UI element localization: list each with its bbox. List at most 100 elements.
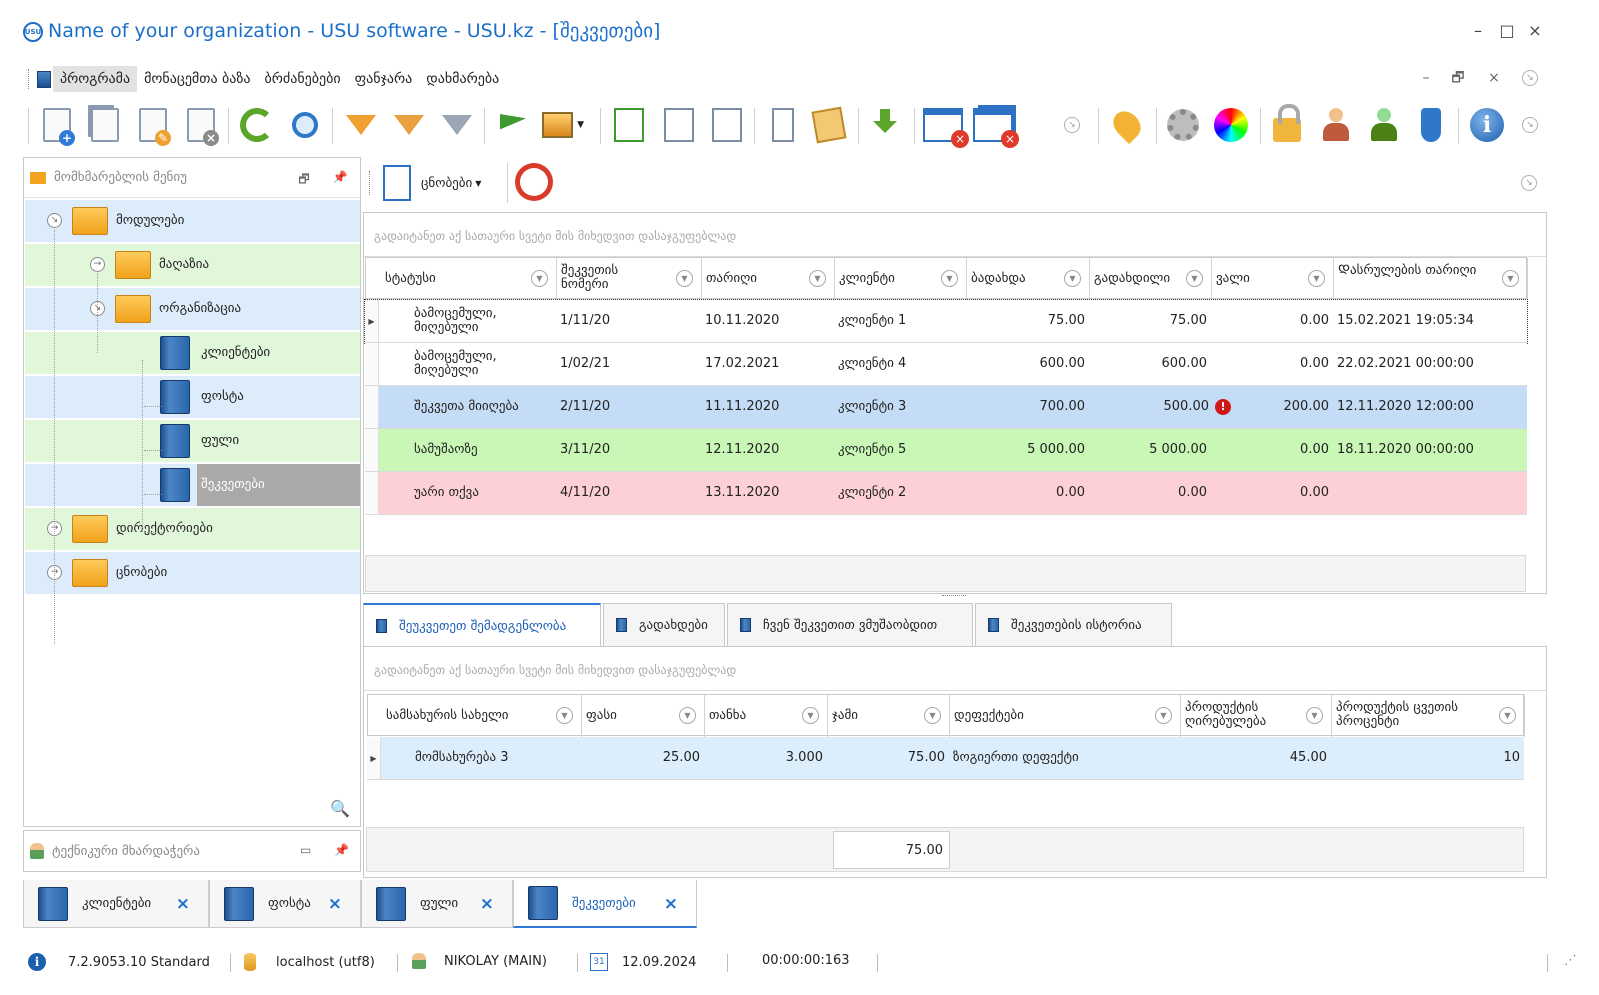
settings-button[interactable] — [1162, 102, 1204, 148]
tree-item-3[interactable]: ↘ ორგანიზაცია — [25, 288, 360, 330]
maximize-button[interactable]: □ — [1496, 20, 1518, 42]
image-button[interactable]: ▼ — [542, 102, 584, 148]
doc-tab-orders[interactable]: შეკვეთები × — [513, 880, 697, 928]
mdi-restore-button[interactable]: 🗗 — [1448, 68, 1468, 88]
column-filter-icon[interactable]: ▼ — [531, 270, 548, 287]
refresh-button[interactable] — [236, 102, 278, 148]
collapse-arrow-icon[interactable]: ↘ — [1521, 175, 1537, 191]
tree-item-8[interactable]: → დირექტორიები — [25, 508, 360, 550]
notes-button[interactable] — [808, 102, 850, 148]
tree-item-4[interactable]: კლიენტები — [25, 332, 360, 374]
menu-database[interactable]: მონაცემთა ბაზა — [137, 66, 257, 92]
add-column-button[interactable] — [762, 102, 804, 148]
tree-item-5[interactable]: ფოსტა — [25, 376, 360, 418]
menu-program[interactable]: პროგრამა — [53, 66, 138, 92]
column-header[interactable]: პროდუქტის ცვეთის პროცენტი ▼ — [1332, 695, 1525, 737]
reports-dropdown-button[interactable]: ცნობები ▼ — [383, 163, 481, 203]
users-button[interactable] — [1362, 102, 1404, 148]
column-header[interactable]: Დასრულების თარიღი ▼ — [1334, 258, 1528, 300]
toolbar-collapse-icon[interactable]: ↘ — [1064, 117, 1080, 133]
collapse-node-icon[interactable]: ↘ — [47, 213, 62, 228]
composition-row[interactable]: ▶ მომსახურება 3 25.00 3.000 75.00 ზოგიერთი დე… — [367, 737, 1524, 780]
order-row[interactable]: ▶ ბამოცემული, მიღებული 1/11/20 10.11.2020 კლ… — [364, 299, 1528, 344]
location-button[interactable] — [1106, 102, 1148, 148]
column-header[interactable]: სტატუსი ▼ — [381, 258, 557, 300]
download-button[interactable] — [864, 102, 906, 148]
menu-commands[interactable]: ბრძანებები — [258, 66, 348, 92]
info-button[interactable]: i — [1466, 102, 1508, 148]
order-row[interactable]: უარი თქვა 4/11/20 13.11.2020 კლიენტი 2 0.00 0… — [365, 472, 1527, 515]
close-tab-icon[interactable]: × — [176, 894, 190, 914]
column-filter-icon[interactable]: ▼ — [1502, 270, 1519, 287]
collapse-arrow-icon[interactable]: ↘ — [1522, 70, 1538, 86]
copy-button[interactable] — [84, 102, 126, 148]
doc-tab-mail[interactable]: ფოსტა × — [209, 880, 361, 928]
delete-button[interactable]: × — [180, 102, 222, 148]
column-filter-icon[interactable]: ▼ — [802, 707, 819, 724]
filter-settings-button[interactable] — [388, 102, 430, 148]
column-header[interactable]: ფასი ▼ — [582, 695, 705, 737]
column-header[interactable]: დეფექტები ▼ — [950, 695, 1181, 737]
column-filter-icon[interactable]: ▼ — [1306, 707, 1323, 724]
column-filter-icon[interactable]: ▼ — [1155, 707, 1172, 724]
row-indicator[interactable] — [365, 386, 379, 428]
tree-item-2[interactable]: → მაღაზია — [25, 244, 360, 286]
close-button[interactable]: × — [1524, 20, 1546, 42]
color-button[interactable] — [1210, 102, 1252, 148]
tree-collapse-button[interactable] — [658, 102, 700, 148]
column-filter-icon[interactable]: ▼ — [676, 270, 693, 287]
tree-item-9[interactable]: → ცნობები — [25, 552, 360, 594]
order-row[interactable]: სამუშაოზე 3/11/20 12.11.2020 კლიენტი 5 5 000… — [365, 429, 1527, 472]
app-menu-icon[interactable] — [37, 70, 51, 88]
filter-clear-button[interactable] — [436, 102, 478, 148]
order-row[interactable]: ბამოცემული, მიღებული 1/02/21 17.02.2021 კლი… — [365, 343, 1527, 386]
column-header[interactable]: პროდუქტის ღირებულება ▼ — [1181, 695, 1332, 737]
search-icon[interactable]: 🔍 — [330, 799, 350, 818]
column-header[interactable]: შეკვეთის ნომერი ▼ — [557, 258, 702, 300]
row-indicator[interactable] — [365, 429, 379, 471]
tree-expand-button[interactable] — [706, 102, 748, 148]
pin-icon[interactable]: 📌 — [332, 170, 348, 186]
plug-button[interactable] — [1410, 102, 1452, 148]
search-button[interactable] — [284, 102, 326, 148]
close-tab-icon[interactable]: × — [328, 894, 342, 914]
column-header[interactable]: ჯამი ▼ — [828, 695, 950, 737]
column-header[interactable]: თანხა ▼ — [705, 695, 828, 737]
user-keys-button[interactable] — [1314, 102, 1356, 148]
column-filter-icon[interactable]: ▼ — [1064, 270, 1081, 287]
splitter-handle[interactable] — [942, 595, 966, 598]
row-indicator[interactable] — [365, 343, 379, 385]
column-filter-icon[interactable]: ▼ — [1308, 270, 1325, 287]
float-panel-icon[interactable]: 🗗 — [296, 170, 312, 186]
tree-item-7[interactable]: შეკვეთები — [25, 464, 360, 506]
tab-payments[interactable]: გადახდები — [603, 603, 725, 646]
column-filter-icon[interactable]: ▼ — [1499, 707, 1516, 724]
lock-button[interactable] — [1266, 102, 1308, 148]
tab-order-history[interactable]: შეკვეთების ისტორია — [975, 603, 1172, 646]
column-filter-icon[interactable]: ▼ — [941, 270, 958, 287]
column-filter-icon[interactable]: ▼ — [1186, 270, 1203, 287]
edit-button[interactable]: ✎ — [132, 102, 174, 148]
tree-item-1[interactable]: ↘ მოდულები — [25, 200, 360, 242]
column-header[interactable]: თარიღი ▼ — [702, 258, 835, 300]
mdi-close-button[interactable]: × — [1484, 68, 1504, 88]
column-header[interactable]: გადახდილი ▼ — [1090, 258, 1212, 300]
menu-window[interactable]: ფანჯარა — [348, 66, 420, 92]
tab-worked-on-order[interactable]: ჩვენ შეკვეთით ვმუშაობდით — [727, 603, 973, 646]
maximize-panel-icon[interactable]: ▭ — [300, 843, 311, 857]
menu-help[interactable]: დახმარება — [419, 66, 506, 92]
column-filter-icon[interactable]: ▼ — [809, 270, 826, 287]
resize-grip-icon[interactable]: ⋰ — [1564, 953, 1577, 968]
column-header[interactable]: ვალი ▼ — [1212, 258, 1334, 300]
expand-all-button[interactable] — [608, 102, 650, 148]
pin-icon[interactable]: 📌 — [334, 843, 349, 857]
row-indicator[interactable] — [365, 472, 379, 514]
toolbar-collapse-icon[interactable]: ↘ — [1522, 117, 1538, 133]
tree-item-6[interactable]: ფული — [25, 420, 360, 462]
clock-button[interactable] — [515, 163, 553, 201]
close-tab-icon[interactable]: × — [480, 894, 494, 914]
column-filter-icon[interactable]: ▼ — [556, 707, 573, 724]
row-indicator[interactable]: ▶ — [367, 737, 381, 779]
minimize-button[interactable]: – — [1467, 20, 1489, 42]
doc-tab-money[interactable]: ფული × — [361, 880, 513, 928]
